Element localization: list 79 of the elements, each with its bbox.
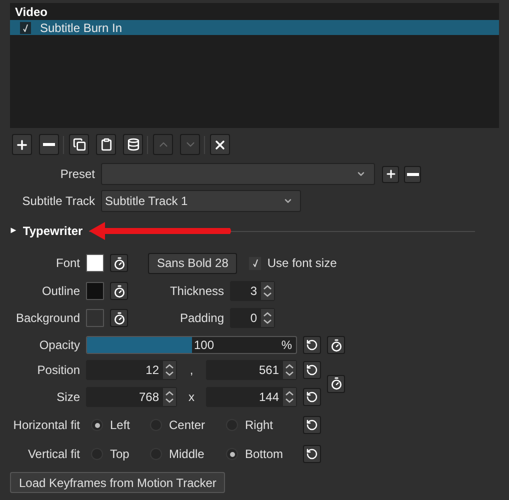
caret-icon — [356, 169, 366, 179]
list-header: Video — [14, 5, 48, 20]
minus-icon — [43, 143, 55, 146]
plus-icon — [384, 168, 396, 180]
reset-button[interactable] — [303, 445, 321, 463]
stepper-icon[interactable] — [261, 282, 274, 300]
reset-button[interactable] — [303, 336, 321, 354]
toolbar-button[interactable] — [210, 134, 230, 155]
stepper-icon[interactable] — [163, 388, 176, 406]
radio-label: Right — [245, 417, 274, 434]
color-swatch[interactable] — [86, 254, 104, 272]
plus-icon — [15, 138, 29, 152]
separator-text: , — [188, 362, 194, 379]
field-label: Preset — [59, 166, 95, 183]
keyframe-button[interactable] — [110, 254, 128, 272]
number-field[interactable]: 144 — [206, 387, 297, 407]
radio-button[interactable] — [91, 419, 103, 431]
color-swatch[interactable] — [86, 309, 104, 327]
opacity-slider[interactable]: 100 % — [86, 336, 297, 354]
check-icon — [23, 24, 28, 32]
add-preset-button[interactable] — [382, 166, 399, 182]
field-label: Thickness — [168, 283, 224, 300]
toolbar-button[interactable] — [96, 134, 116, 155]
color-swatch[interactable] — [86, 282, 104, 300]
filter-row[interactable]: Subtitle Burn In — [10, 20, 499, 35]
radio-label: Center — [169, 417, 206, 434]
field-label: Size — [56, 389, 80, 406]
clipboard-icon — [100, 138, 112, 151]
radio-label: Top — [110, 446, 130, 463]
field-label: Subtitle Track — [21, 193, 95, 210]
toolbar-button[interactable] — [12, 134, 32, 155]
field-label: Position — [36, 362, 80, 379]
remove-preset-button[interactable] — [404, 166, 421, 182]
checkbox[interactable] — [20, 22, 31, 34]
caret-icon — [283, 196, 293, 206]
radio-label: Left — [110, 417, 130, 434]
keyframe-button[interactable] — [327, 336, 345, 354]
field-label: Opacity — [38, 337, 80, 354]
radio-button[interactable] — [226, 448, 238, 460]
radio-label: Middle — [169, 446, 204, 463]
check-icon — [252, 259, 258, 267]
keyframe-button[interactable] — [110, 282, 128, 300]
keyframe-button[interactable] — [110, 309, 128, 327]
reset-button[interactable] — [303, 416, 321, 434]
checkbox-label: Use font size — [267, 255, 337, 272]
field-label: Font — [54, 255, 80, 272]
section-title: Typewriter — [22, 223, 83, 240]
copy-icon — [72, 138, 86, 151]
close-icon — [213, 138, 227, 152]
checkbox[interactable] — [249, 256, 262, 270]
number-field[interactable]: 12 — [86, 360, 177, 380]
stepper-icon[interactable] — [261, 309, 274, 327]
field-label: Background — [14, 310, 80, 327]
font-button[interactable]: Sans Bold 28 — [148, 252, 238, 274]
number-field[interactable]: 0 — [230, 308, 275, 328]
stack-icon — [126, 138, 140, 151]
number-field[interactable]: 768 — [86, 387, 177, 407]
field-label: Padding — [178, 310, 224, 327]
minus-icon — [406, 172, 418, 176]
field-label: Horizontal fit — [12, 417, 80, 434]
stepper-icon[interactable] — [163, 361, 176, 379]
track-dropdown[interactable]: Subtitle Track 1 — [101, 190, 301, 212]
reset-button[interactable] — [303, 388, 321, 406]
toolbar-button[interactable] — [39, 134, 59, 155]
number-field[interactable]: 3 — [230, 281, 275, 301]
toolbar-button[interactable] — [69, 134, 89, 155]
stepper-icon[interactable] — [283, 361, 296, 379]
number-field[interactable]: 561 — [206, 360, 297, 380]
radio-label: Bottom — [245, 446, 284, 463]
filter-name: Subtitle Burn In — [40, 20, 122, 36]
separator-text: x — [188, 389, 196, 406]
keyframe-button[interactable] — [327, 374, 345, 392]
toolbar-button[interactable] — [123, 134, 143, 155]
load-keyframes-button[interactable]: Load Keyframes from Motion Tracker — [10, 472, 226, 493]
reset-button[interactable] — [303, 361, 321, 379]
field-label: Outline — [40, 283, 80, 300]
collapse-toggle[interactable]: ► — [9, 224, 18, 238]
field-label: Vertical fit — [26, 446, 80, 463]
stepper-icon[interactable] — [283, 388, 296, 406]
